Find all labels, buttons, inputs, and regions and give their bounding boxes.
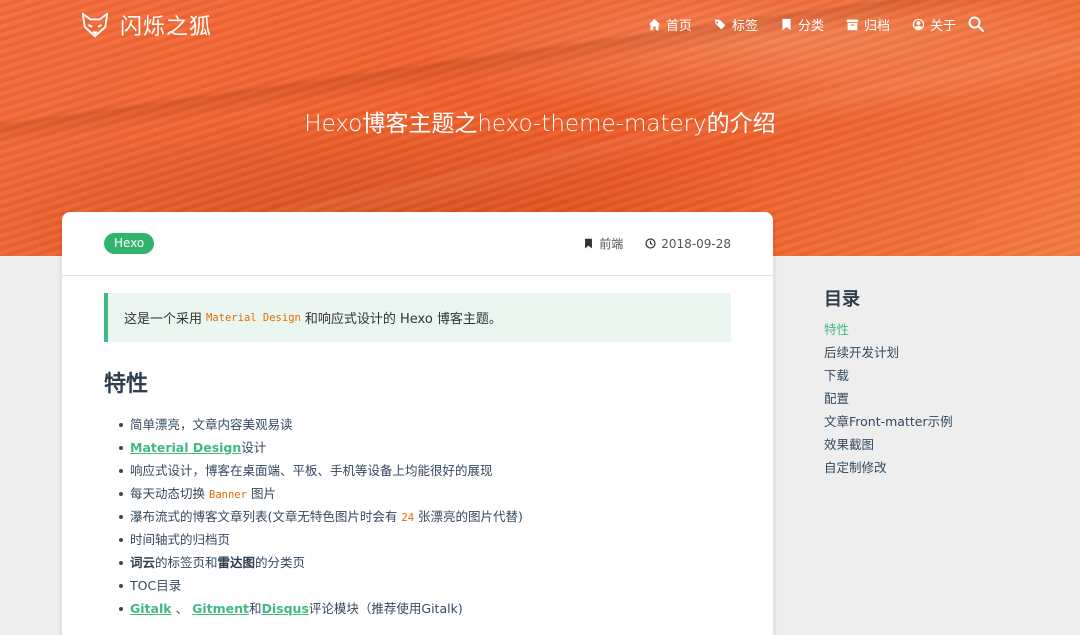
list-item: 瀑布流式的博客文章列表(文章无特色图片时会有 24 张漂亮的图片代替) xyxy=(119,508,523,531)
search-icon[interactable] xyxy=(968,16,984,32)
gitment-link[interactable]: Gitment xyxy=(192,601,249,616)
list-item: 响应式设计，博客在桌面端、平板、手机等设备上均能很好的展现 xyxy=(119,462,523,485)
brand-logo[interactable]: 闪烁之狐 xyxy=(80,9,212,41)
post-meta-bar: Hexo 前端 2018-09-28 xyxy=(62,212,773,276)
fox-logo-icon xyxy=(81,12,109,38)
brand-name: 闪烁之狐 xyxy=(120,15,213,40)
section-heading-features: 特性 xyxy=(104,372,149,397)
feature-list: 简单漂亮，文章内容美观易读 Material Design设计 响应式设计，博客… xyxy=(119,416,523,623)
disqus-link[interactable]: Disqus xyxy=(262,601,309,616)
post-tag[interactable]: Hexo xyxy=(104,233,155,254)
nav-categories-label: 分类 xyxy=(797,19,824,34)
notice-text: 这是一个采用 xyxy=(124,312,203,327)
post-date-label: 2018-09-28 xyxy=(661,236,731,251)
nav-tags[interactable]: 标签 xyxy=(714,15,758,34)
archive-icon xyxy=(846,19,859,31)
post-category[interactable]: 前端 xyxy=(583,235,623,252)
user-circle-icon xyxy=(912,18,925,31)
clock-icon xyxy=(645,238,656,249)
nav-categories[interactable]: 分类 xyxy=(780,15,824,34)
toc-item-front-matter[interactable]: 文章Front-matter示例 xyxy=(824,413,953,436)
navbar: 闪烁之狐 首页 标签 分类 归档 关于 xyxy=(0,0,1080,48)
toc-title: 目录 xyxy=(824,289,860,310)
nav-home[interactable]: 首页 xyxy=(648,15,692,34)
toc-item-download[interactable]: 下载 xyxy=(824,367,953,390)
list-item: 词云的标签页和雷达图的分类页 xyxy=(119,554,523,577)
nav-archive-label: 归档 xyxy=(863,19,890,34)
post-category-label: 前端 xyxy=(599,237,624,251)
toc-item-roadmap[interactable]: 后续开发计划 xyxy=(824,344,953,367)
list-item: TOC目录 xyxy=(119,577,523,600)
list-item: 简单漂亮，文章内容美观易读 xyxy=(119,416,523,439)
toc-item-config[interactable]: 配置 xyxy=(824,390,953,413)
tags-icon xyxy=(714,19,726,30)
list-item: Material Design设计 xyxy=(119,439,523,462)
nav-tags-label: 标签 xyxy=(731,19,758,34)
list-item: Gitalk、 Gitment和Disqus评论模块（推荐使用Gitalk) xyxy=(119,600,523,623)
home-icon xyxy=(648,18,661,31)
nav-about-label: 关于 xyxy=(929,19,956,34)
toc-item-screenshots[interactable]: 效果截图 xyxy=(824,436,953,459)
gitalk-link[interactable]: Gitalk xyxy=(130,601,172,616)
material-design-link[interactable]: Material Design xyxy=(130,440,241,455)
list-item: 时间轴式的归档页 xyxy=(119,531,523,554)
toc-item-customize[interactable]: 自定制修改 xyxy=(824,459,953,482)
intro-blockquote: 这是一个采用 Material Design 和响应式设计的 Hexo 博客主题… xyxy=(104,293,731,342)
nav-about[interactable]: 关于 xyxy=(912,15,956,34)
notice-text-suffix: 和响应式设计的 Hexo 博客主题。 xyxy=(304,312,502,327)
bookmark-icon xyxy=(782,18,791,31)
table-of-contents: 目录 特性 后续开发计划 下载 配置 文章Front-matter示例 效果截图… xyxy=(824,285,953,482)
list-item: 每天动态切换 Banner 图片 xyxy=(119,485,523,508)
notice-code: Material Design xyxy=(206,311,301,324)
post-card: Hexo 前端 2018-09-28 这是一个采用 Material Desig… xyxy=(62,212,773,635)
nav-archive[interactable]: 归档 xyxy=(846,15,890,34)
bookmark-icon xyxy=(585,238,593,249)
post-date: 2018-09-28 xyxy=(645,235,731,252)
toc-item-features[interactable]: 特性 xyxy=(824,321,953,344)
nav-home-label: 首页 xyxy=(665,19,692,34)
post-title: Hexo博客主题之hexo-theme-matery的介绍 xyxy=(304,111,776,137)
